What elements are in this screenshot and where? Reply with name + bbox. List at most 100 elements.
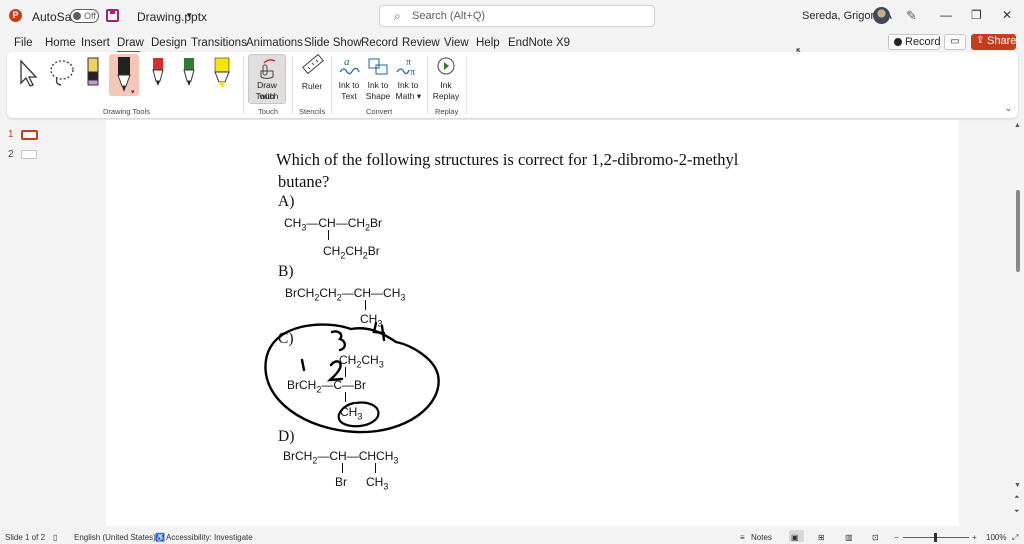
zoom-out-icon[interactable]: − bbox=[894, 533, 899, 542]
document-filename[interactable]: Drawing.pptx bbox=[137, 10, 207, 24]
ink-digit-1[interactable] bbox=[300, 358, 306, 372]
tab-transitions[interactable]: Transitions bbox=[191, 37, 247, 49]
close-button[interactable]: ✕ bbox=[1002, 8, 1012, 22]
comments-button[interactable]: ▭ bbox=[944, 34, 966, 50]
lasso-select-icon[interactable] bbox=[47, 58, 77, 88]
accessibility-icon: ♿ bbox=[155, 533, 165, 542]
draw-with-touch-button[interactable]: Draw with Touch bbox=[248, 54, 286, 104]
record-dot-icon bbox=[894, 38, 902, 46]
record-button[interactable]: Record bbox=[888, 34, 940, 50]
ink-to-math-button[interactable]: π π Ink to Math ▾ bbox=[393, 54, 423, 104]
fit-to-window-icon[interactable]: ⤢ bbox=[1012, 533, 1018, 543]
touch-hand-icon bbox=[260, 59, 276, 79]
group-label-convert: Convert bbox=[366, 107, 393, 116]
restore-button[interactable]: ❐ bbox=[971, 8, 982, 22]
notes-button[interactable]: Notes bbox=[751, 533, 772, 542]
ink-circle-small[interactable] bbox=[337, 401, 380, 428]
tab-draw[interactable]: Draw bbox=[117, 37, 144, 49]
slideshow-icon[interactable]: ⊡ bbox=[872, 533, 879, 542]
slide-number: 1 bbox=[8, 129, 14, 140]
accessibility-status[interactable]: Accessibility: Investigate bbox=[166, 533, 253, 542]
svg-text:π: π bbox=[410, 67, 415, 78]
pen-black-selected[interactable]: ▾ bbox=[109, 54, 139, 96]
search-icon: ⌕ bbox=[394, 9, 401, 23]
ink-to-math-icon: π π bbox=[396, 57, 415, 78]
slide-number: 2 bbox=[8, 149, 14, 160]
pen-red-icon[interactable] bbox=[150, 56, 166, 90]
ink-to-text-button[interactable]: a Ink to Text bbox=[335, 54, 363, 104]
chevron-down-icon: ▾ bbox=[416, 91, 422, 101]
tab-slide-show[interactable]: Slide Show bbox=[304, 37, 362, 49]
avatar[interactable] bbox=[873, 7, 890, 24]
group-label-replay: Replay bbox=[435, 107, 459, 116]
slide-sorter-icon[interactable]: ⊞ bbox=[818, 533, 825, 542]
tab-insert[interactable]: Insert bbox=[81, 37, 110, 49]
tab-review[interactable]: Review bbox=[402, 37, 440, 49]
ink-to-shape-icon bbox=[368, 58, 388, 75]
select-arrow-icon[interactable] bbox=[17, 58, 41, 88]
title-bar: P AutoSave Off Drawing.pptx ▾ ⌕ Search (… bbox=[0, 0, 1024, 32]
language-indicator[interactable]: English (United States) bbox=[74, 533, 156, 542]
ink-digit-4[interactable] bbox=[372, 321, 386, 342]
group-label-drawing-tools: Drawing Tools bbox=[103, 107, 150, 116]
slide-indicator: Slide 1 of 2 bbox=[5, 533, 46, 542]
ribbon-tabs: File Home Insert Draw Design Transitions… bbox=[0, 32, 1024, 52]
group-separator bbox=[331, 56, 332, 114]
comment-icon: ▭ bbox=[950, 36, 960, 47]
tab-home[interactable]: Home bbox=[45, 37, 76, 49]
svg-text:a: a bbox=[344, 56, 350, 68]
toggle-knob bbox=[73, 12, 81, 20]
ink-replay-button[interactable]: Ink Replay bbox=[432, 54, 460, 104]
slide-canvas[interactable]: Which of the following structures is cor… bbox=[106, 120, 959, 526]
scroll-down-arrow-icon[interactable]: ▼ bbox=[1014, 482, 1021, 489]
save-icon[interactable] bbox=[106, 9, 119, 22]
slide-thumbnail-1[interactable] bbox=[21, 130, 38, 140]
pen-green-icon[interactable] bbox=[181, 56, 197, 90]
group-separator bbox=[466, 56, 467, 114]
pen-icon[interactable]: ✎ bbox=[906, 8, 917, 24]
zoom-slider-knob[interactable] bbox=[934, 533, 937, 542]
highlighter-yellow-icon[interactable] bbox=[212, 56, 232, 90]
tab-help[interactable]: Help bbox=[476, 37, 500, 49]
chevron-down-icon[interactable]: ▾ bbox=[187, 10, 192, 21]
group-separator bbox=[292, 56, 293, 114]
tab-endnote[interactable]: EndNote X9 bbox=[508, 37, 570, 49]
tab-animations[interactable]: Animations bbox=[246, 37, 303, 49]
svg-text:▾: ▾ bbox=[131, 89, 135, 96]
ink-annotation-layer[interactable] bbox=[106, 120, 959, 526]
prev-slide-icon[interactable]: ⏶ bbox=[1014, 494, 1020, 502]
search-input[interactable]: ⌕ Search (Alt+Q) bbox=[379, 5, 655, 27]
tab-design[interactable]: Design bbox=[151, 37, 187, 49]
scroll-up-arrow-icon[interactable]: ▲ bbox=[1014, 122, 1021, 129]
zoom-level[interactable]: 100% bbox=[986, 533, 1006, 542]
autosave-toggle[interactable]: Off bbox=[70, 9, 99, 23]
scroll-thumb[interactable] bbox=[1016, 190, 1020, 272]
eraser-icon[interactable] bbox=[85, 56, 101, 88]
spelling-check-icon[interactable]: ▯ bbox=[53, 533, 57, 542]
ink-digit-2[interactable] bbox=[326, 360, 344, 382]
group-separator bbox=[243, 56, 244, 114]
slide-thumbnail-2[interactable] bbox=[21, 150, 37, 159]
collapse-ribbon-icon[interactable]: ⌄ bbox=[1004, 103, 1012, 114]
tab-file[interactable]: File bbox=[14, 37, 33, 49]
next-slide-icon[interactable]: ⏷ bbox=[1014, 508, 1020, 516]
tab-record[interactable]: Record bbox=[361, 37, 398, 49]
ink-digit-3[interactable] bbox=[330, 330, 347, 352]
status-bar: Slide 1 of 2 ▯ English (United States) ♿… bbox=[0, 528, 1024, 544]
vertical-scrollbar[interactable]: ▲ ▼ ⏶ ⏷ bbox=[1012, 120, 1024, 526]
search-placeholder: Search (Alt+Q) bbox=[412, 10, 486, 22]
reading-view-icon[interactable]: ▥ bbox=[845, 533, 853, 542]
ruler-button[interactable]: Ruler bbox=[297, 53, 327, 94]
ink-to-shape-button[interactable]: Ink to Shape bbox=[364, 54, 392, 104]
ink-to-text-icon: a bbox=[339, 56, 360, 75]
draw-ribbon: ▾ Drawing Tools Draw with Touch Touch Ru… bbox=[7, 52, 1018, 118]
minimize-button[interactable]: — bbox=[940, 8, 952, 22]
share-button[interactable]: ⇪ Share bbox=[971, 34, 1016, 50]
group-label-touch: Touch bbox=[258, 107, 279, 116]
normal-view-icon: ▣ bbox=[791, 533, 799, 542]
ruler-icon bbox=[302, 53, 324, 75]
zoom-in-icon[interactable]: + bbox=[972, 533, 977, 542]
tab-view[interactable]: View bbox=[444, 37, 469, 49]
share-icon: ⇪ bbox=[976, 35, 985, 46]
ink-circle-large[interactable] bbox=[264, 323, 440, 434]
